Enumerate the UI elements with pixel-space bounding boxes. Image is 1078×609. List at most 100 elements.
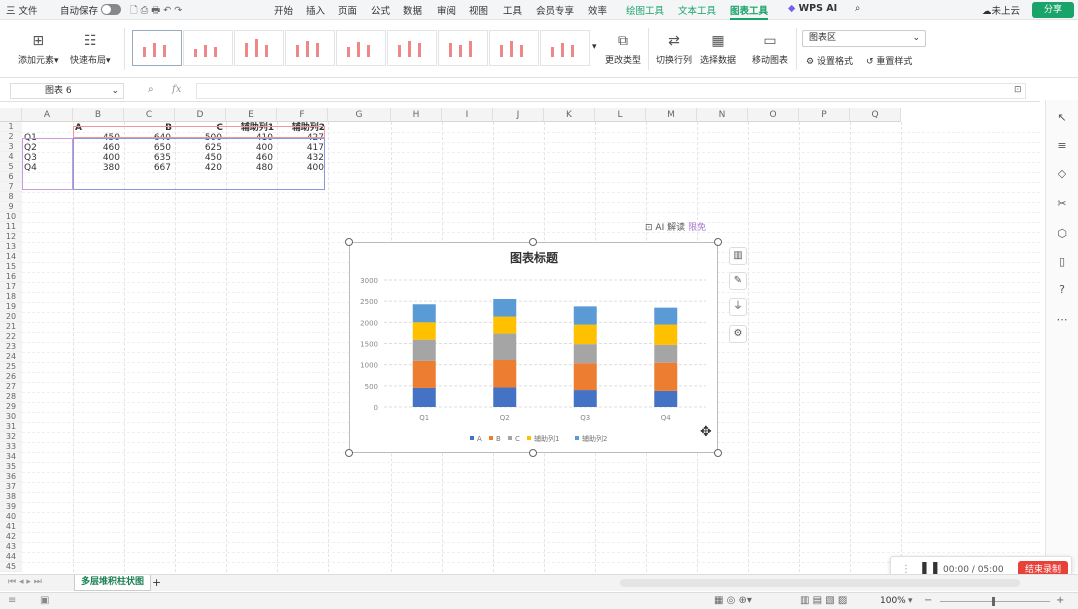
row-header[interactable]: 10 <box>0 212 22 222</box>
menu-efficiency[interactable]: 效率 <box>588 3 607 17</box>
column-header[interactable]: I <box>442 108 493 122</box>
share-button[interactable]: 分享 <box>1032 2 1074 18</box>
stacked-bar-chart[interactable]: 图表标题 0 500 1000 1500 2000 2500 3000 Q1 Q2 Q3 Q4 A B C 辅… <box>349 242 718 453</box>
column-header[interactable]: L <box>595 108 646 122</box>
chart-settings-icon[interactable]: ⚙ <box>729 325 747 343</box>
sheet-list-icon[interactable]: ≡ <box>8 595 16 606</box>
row-header[interactable]: 24 <box>0 352 22 362</box>
chart-element-dropdown[interactable]: 图表区 ⌄ <box>802 30 926 47</box>
add-element-button[interactable]: ⊞ 添加元素▾ <box>18 32 59 66</box>
zoom-level[interactable]: 100% <box>880 596 906 606</box>
chart-style-thumb[interactable] <box>132 30 182 66</box>
data-cell[interactable]: 667 <box>124 163 171 173</box>
row-header[interactable]: 26 <box>0 372 22 382</box>
data-cell[interactable]: 432 <box>277 153 324 163</box>
chart-style-brush-icon[interactable]: ✎ <box>729 272 747 290</box>
column-header[interactable]: E <box>226 108 277 122</box>
view-icons[interactable]: ▦ ◎ ⊕▾ <box>714 595 752 606</box>
data-cell[interactable]: 460 <box>73 143 120 153</box>
menu-tools[interactable]: 工具 <box>503 3 522 17</box>
menu-text-tools[interactable]: 文本工具 <box>678 3 716 17</box>
zoom-slider[interactable] <box>940 601 1050 602</box>
search-icon[interactable]: ⌕ <box>855 3 860 14</box>
row-header[interactable]: 6 <box>0 172 22 182</box>
row-header[interactable]: 34 <box>0 452 22 462</box>
gallery-expand-icon[interactable]: ▾ <box>592 42 597 52</box>
menu-formula[interactable]: 公式 <box>371 3 390 17</box>
column-header[interactable]: B <box>73 108 124 122</box>
data-cell[interactable]: 400 <box>226 143 273 153</box>
change-type-button[interactable]: ⧉ 更改类型 <box>605 32 641 66</box>
zoom-chevron-icon[interactable]: ▾ <box>908 596 913 606</box>
row-header[interactable]: 37 <box>0 482 22 492</box>
set-format-button[interactable]: ⚙ 设置格式 <box>806 54 853 67</box>
column-header[interactable]: K <box>544 108 595 122</box>
row-header[interactable]: 25 <box>0 362 22 372</box>
resize-handle[interactable] <box>529 449 537 457</box>
select-all-corner[interactable] <box>0 108 22 122</box>
menu-member[interactable]: 会员专享 <box>536 3 574 17</box>
column-header[interactable]: G <box>328 108 391 122</box>
switch-row-col-button[interactable]: ⇄ 切换行列 <box>656 32 692 66</box>
row-header[interactable]: 17 <box>0 282 22 292</box>
fx-icon[interactable]: fx <box>172 84 181 95</box>
shape-icon[interactable]: ◇ <box>1054 166 1070 182</box>
menu-chart-tools[interactable]: 图表工具 <box>730 3 769 20</box>
menu-insert[interactable]: 插入 <box>306 3 325 17</box>
resize-handle[interactable] <box>345 449 353 457</box>
wrench-icon[interactable]: ✂ <box>1054 196 1070 212</box>
formula-input[interactable] <box>196 83 1026 99</box>
data-cell[interactable]: 420 <box>175 163 222 173</box>
row-header[interactable]: 21 <box>0 322 22 332</box>
row-label-cell[interactable]: Q3 <box>24 153 64 163</box>
chart-style-thumb[interactable] <box>540 30 590 66</box>
book-icon[interactable]: ▯ <box>1054 254 1070 270</box>
chart-style-thumb[interactable] <box>438 30 488 66</box>
row-header[interactable]: 13 <box>0 242 22 252</box>
row-header[interactable]: 36 <box>0 472 22 482</box>
zoom-out-icon[interactable]: − <box>924 595 932 606</box>
row-header[interactable]: 41 <box>0 522 22 532</box>
column-header[interactable]: P <box>799 108 850 122</box>
row-header[interactable]: 8 <box>0 192 22 202</box>
resize-handle[interactable] <box>345 238 353 246</box>
row-header[interactable]: 18 <box>0 292 22 302</box>
column-header[interactable]: J <box>493 108 544 122</box>
chart-filter-icon[interactable]: ⏚ <box>729 298 747 316</box>
row-header[interactable]: 5 <box>0 162 22 172</box>
pointer-icon[interactable]: ↖ <box>1054 110 1070 126</box>
data-cell[interactable]: 400 <box>73 153 120 163</box>
zoom-in-icon[interactable]: + <box>1056 595 1064 606</box>
reset-style-button[interactable]: ↺ 重置样式 <box>866 54 912 67</box>
data-cell[interactable]: 650 <box>124 143 171 153</box>
data-cell[interactable]: 380 <box>73 163 120 173</box>
menu-drawing-tools[interactable]: 绘图工具 <box>626 3 664 17</box>
row-header[interactable]: 2 <box>0 132 22 142</box>
zoom-slider-thumb[interactable] <box>992 597 995 606</box>
row-header[interactable]: 31 <box>0 422 22 432</box>
cube-icon[interactable]: ⬡ <box>1054 226 1070 242</box>
quick-layout-button[interactable]: ☷ 快速布局▾ <box>70 32 111 66</box>
row-header[interactable]: 16 <box>0 272 22 282</box>
menu-wps-ai[interactable]: ◆ WPS AI <box>788 3 837 14</box>
expand-icon[interactable]: ⊡ <box>1014 85 1022 95</box>
row-label-cell[interactable]: Q2 <box>24 143 64 153</box>
sheet-nav-icon[interactable]: ⏮ ◂ ▸ ⏭ <box>8 577 42 587</box>
column-header[interactable]: H <box>391 108 442 122</box>
row-header[interactable]: 22 <box>0 332 22 342</box>
cloud-status[interactable]: ☁未上云 <box>982 3 1020 17</box>
row-header[interactable]: 4 <box>0 152 22 162</box>
row-header[interactable]: 1 <box>0 122 22 132</box>
row-header[interactable]: 35 <box>0 462 22 472</box>
add-sheet-button[interactable]: + <box>152 576 161 589</box>
row-header[interactable]: 42 <box>0 532 22 542</box>
macro-icon[interactable]: ▣ <box>40 595 49 606</box>
row-header[interactable]: 7 <box>0 182 22 192</box>
zoom-icon[interactable]: ⌕ <box>148 84 154 95</box>
chart-style-thumb[interactable] <box>183 30 233 66</box>
menu-data[interactable]: 数据 <box>403 3 422 17</box>
column-header[interactable]: O <box>748 108 799 122</box>
chart-style-thumb[interactable] <box>489 30 539 66</box>
row-header[interactable]: 9 <box>0 202 22 212</box>
row-header[interactable]: 11 <box>0 222 22 232</box>
